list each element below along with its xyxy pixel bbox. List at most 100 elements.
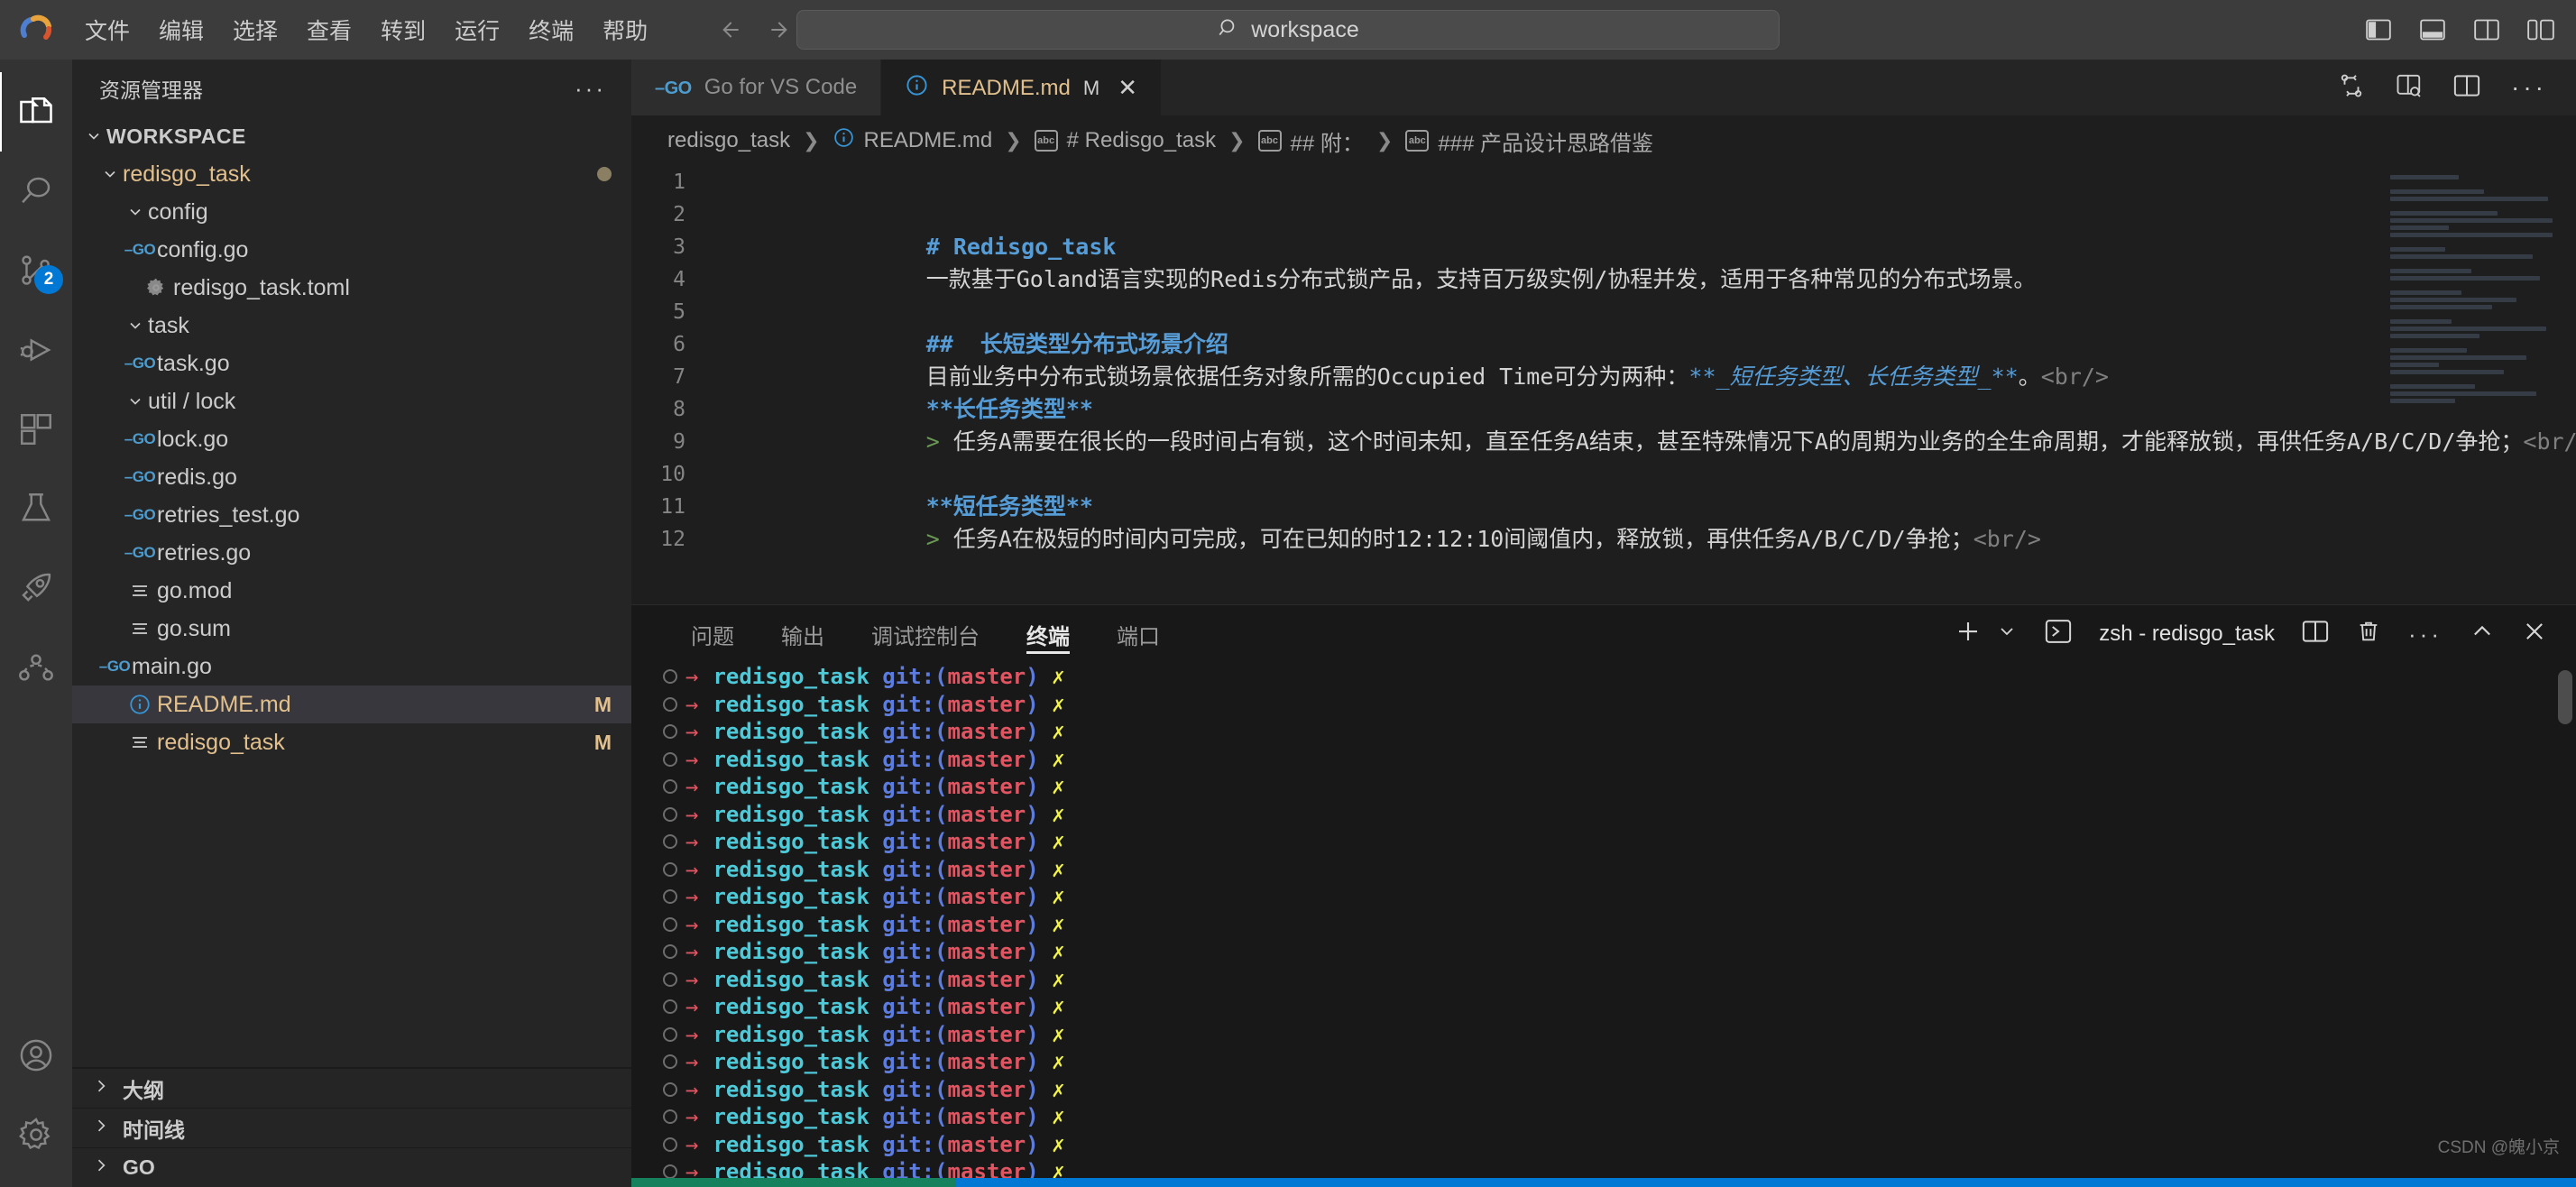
editor-minimap[interactable] [2390, 175, 2553, 437]
tree-item-retries-test-go[interactable]: –GO retries_test.go [72, 496, 631, 534]
trash-icon[interactable] [2356, 619, 2381, 650]
arrow-left-icon[interactable] [711, 12, 747, 48]
breadcrumb-item-symbol-1[interactable]: # Redisgo_task [1067, 128, 1216, 153]
source-control-graph-icon[interactable] [2338, 72, 2365, 104]
activity-remote-explorer[interactable] [0, 548, 72, 628]
chevron-right-icon: ❯ [803, 129, 820, 152]
breadcrumb-item-folder[interactable]: redisgo_task [667, 128, 790, 153]
explorer-more-actions-icon[interactable]: ··· [575, 75, 606, 103]
status-bar-main[interactable] [956, 1178, 2576, 1187]
panel-tab-terminal[interactable]: 终端 [1003, 605, 1093, 663]
tree-item-task-folder[interactable]: task [72, 307, 631, 345]
activity-extensions[interactable] [0, 390, 72, 469]
activity-explorer[interactable] [0, 72, 72, 152]
activity-run-and-debug[interactable] [0, 310, 72, 390]
tree-item-config-folder[interactable]: config [72, 193, 631, 231]
menu-item-run[interactable]: 运行 [440, 8, 514, 51]
tab-go-for-vs-code[interactable]: –GO Go for VS Code [631, 60, 882, 115]
split-editor-icon[interactable] [2453, 74, 2480, 102]
toggle-primary-sidebar-icon[interactable] [2363, 17, 2394, 42]
panel-tab-debug-console[interactable]: 调试控制台 [848, 605, 1003, 663]
tree-item-go-sum[interactable]: go.sum [72, 610, 631, 648]
breadcrumb-item-symbol-3[interactable]: ### 产品设计思路借鉴 [1438, 125, 1653, 157]
prompt-paren-open: ( [934, 911, 948, 937]
more-actions-icon[interactable]: ··· [2511, 73, 2547, 102]
customize-layout-icon[interactable] [2525, 17, 2556, 42]
breadcrumb-item-file[interactable]: README.md [864, 128, 993, 153]
tree-item-workspace[interactable]: WORKSPACE [72, 117, 631, 155]
close-icon[interactable] [2522, 619, 2547, 650]
chevron-up-icon[interactable] [2470, 619, 2495, 650]
activity-testing[interactable] [0, 469, 72, 548]
chevron-down-icon[interactable] [97, 165, 123, 183]
prompt-paren-open: ( [934, 1131, 948, 1157]
tree-item-go-mod[interactable]: go.mod [72, 572, 631, 610]
status-bar-remote-indicator[interactable] [631, 1178, 956, 1187]
menu-item-file[interactable]: 文件 [70, 8, 144, 51]
menu-item-terminal[interactable]: 终端 [514, 8, 588, 51]
search-value: workspace [1251, 16, 1359, 42]
tree-item-main-go[interactable]: –GO main.go [72, 648, 631, 686]
sidebar-section-go[interactable]: GO [72, 1147, 631, 1187]
tree-item-readme-md[interactable]: README.md M [72, 686, 631, 723]
chevron-down-icon[interactable] [81, 127, 106, 145]
panel-tab-problems[interactable]: 问题 [667, 605, 758, 663]
prompt-paren-open: ( [934, 966, 948, 992]
panel-tab-output[interactable]: 输出 [758, 605, 848, 663]
terminal-output[interactable]: → redisgo_task git:(master) ✗ → redisgo_tas… [631, 663, 2576, 1178]
prompt-directory: redisgo_task [713, 884, 869, 909]
toggle-secondary-sidebar-icon[interactable] [2471, 17, 2502, 42]
chevron-down-icon[interactable] [1996, 621, 2018, 649]
tree-item-task-go[interactable]: –GO task.go [72, 345, 631, 382]
menu-item-help[interactable]: 帮助 [588, 8, 662, 51]
activity-source-control[interactable]: 2 [0, 231, 72, 310]
more-actions-icon[interactable]: ··· [2408, 621, 2443, 649]
prompt-directory: redisgo_task [713, 939, 869, 964]
menu-item-view[interactable]: 查看 [292, 8, 366, 51]
chevron-down-icon[interactable] [123, 317, 148, 335]
activity-live-share[interactable] [0, 628, 72, 707]
terminal-line: → redisgo_task git:(master) ✗ [658, 1131, 2576, 1159]
prompt-dirty-marker: ✗ [1052, 884, 1065, 909]
toggle-panel-icon[interactable] [2417, 17, 2448, 42]
chevron-down-icon[interactable] [123, 392, 148, 410]
search-input[interactable]: workspace [796, 10, 1780, 50]
menu-item-select[interactable]: 选择 [218, 8, 292, 51]
panel-tab-ports[interactable]: 端口 [1093, 605, 1183, 663]
text-editor[interactable]: 1 2 # Redisgo_task 3 一款基于Goland语言实现的Redi… [631, 166, 2576, 604]
gear-icon[interactable] [0, 1095, 72, 1174]
tree-item-lock-go[interactable]: –GO lock.go [72, 420, 631, 458]
tab-readme-md[interactable]: README.md M ✕ [881, 60, 1162, 115]
plus-icon[interactable] [1955, 618, 1982, 651]
terminal-name-label[interactable]: zsh - redisgo_task [2099, 621, 2275, 647]
tree-item-redisgo-task-toml[interactable]: redisgo_task.toml [72, 269, 631, 307]
sidebar-section-timeline[interactable]: 时间线 [72, 1108, 631, 1147]
sidebar-section-outline[interactable]: 大纲 [72, 1068, 631, 1108]
open-changes-icon[interactable] [2396, 73, 2423, 103]
menu-item-go[interactable]: 转到 [366, 8, 440, 51]
line-number: 4 [673, 268, 685, 291]
activity-search[interactable] [0, 152, 72, 231]
line-number: 3 [673, 235, 685, 259]
arrow-right-icon[interactable] [763, 12, 799, 48]
account-icon[interactable] [0, 1016, 72, 1095]
prompt-paren-close: ) [1026, 664, 1039, 689]
chevron-down-icon[interactable] [123, 203, 148, 221]
tree-item-redisgo-task-folder[interactable]: redisgo_task [72, 155, 631, 193]
breadcrumb-item-symbol-2[interactable]: ## 附： [1291, 125, 1364, 157]
vscode-window: 文件 编辑 选择 查看 转到 运行 终端 帮助 workspace 2 资源管理… [0, 0, 2576, 1187]
tree-item-redis-go[interactable]: –GO redis.go [72, 458, 631, 496]
terminal-scrollbar[interactable] [2558, 670, 2572, 724]
explorer-sidebar: 资源管理器 ··· WORKSPACE redisgo_task config … [72, 60, 631, 1187]
editor-scrollbar[interactable] [2558, 206, 2574, 377]
tree-item-retries-go[interactable]: –GO retries.go [72, 534, 631, 572]
split-terminal-icon[interactable] [2302, 620, 2329, 649]
close-icon[interactable]: ✕ [1118, 74, 1137, 102]
tree-item-redisgo-task-binary[interactable]: redisgo_task M [72, 723, 631, 761]
menu-item-edit[interactable]: 编辑 [144, 8, 218, 51]
tree-item-config-go[interactable]: –GO config.go [72, 231, 631, 269]
tree-item-util-lock-folder[interactable]: util / lock [72, 382, 631, 420]
